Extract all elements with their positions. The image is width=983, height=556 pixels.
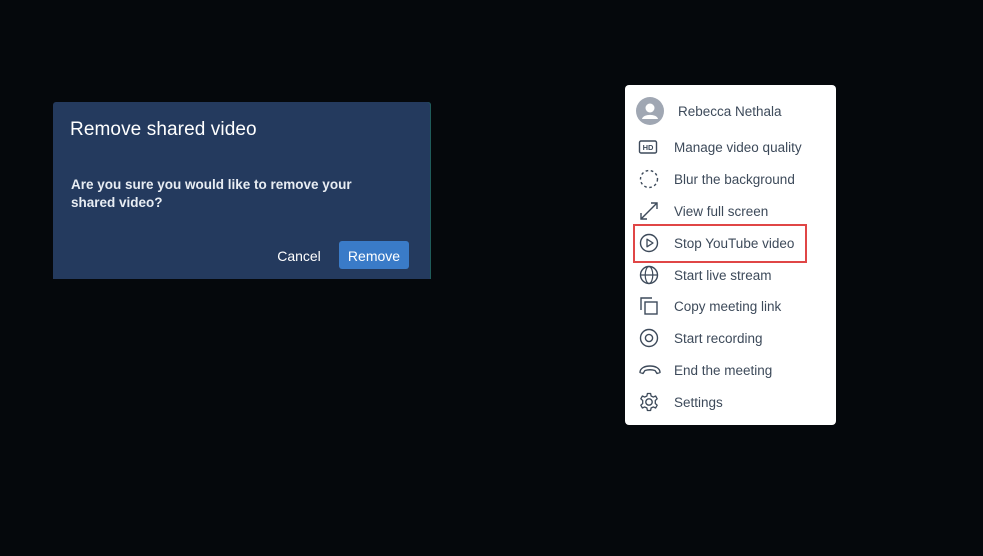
menu-item-manage-video-quality[interactable]: HD Manage video quality bbox=[635, 134, 825, 160]
menu-item-label: Stop YouTube video bbox=[674, 235, 795, 251]
user-name: Rebecca Nethala bbox=[678, 103, 782, 119]
menu-item-start-recording[interactable]: Start recording bbox=[635, 325, 825, 351]
blur-icon bbox=[635, 168, 668, 190]
menu-item-label: Blur the background bbox=[674, 171, 795, 187]
menu-item-settings[interactable]: Settings bbox=[635, 389, 825, 415]
menu-item-stop-youtube-video[interactable]: Stop YouTube video bbox=[635, 230, 825, 256]
menu-item-label: Start recording bbox=[674, 330, 763, 346]
dialog-message: Are you sure you would like to remove yo… bbox=[71, 177, 352, 210]
menu-item-start-live-stream[interactable]: Start live stream bbox=[635, 262, 825, 288]
play-circle-icon bbox=[635, 232, 668, 254]
menu-item-label: End the meeting bbox=[674, 362, 773, 378]
fullscreen-icon bbox=[635, 200, 668, 222]
cancel-button[interactable]: Cancel bbox=[269, 241, 329, 269]
menu-user-header: Rebecca Nethala bbox=[636, 97, 782, 125]
remove-button[interactable]: Remove bbox=[339, 241, 409, 269]
avatar bbox=[636, 97, 664, 125]
record-icon bbox=[635, 327, 668, 349]
svg-text:HD: HD bbox=[643, 143, 654, 152]
dialog-title: Remove shared video bbox=[70, 119, 257, 140]
menu-item-label: Start live stream bbox=[674, 267, 772, 283]
menu-item-blur-background[interactable]: Blur the background bbox=[635, 166, 825, 192]
menu-item-label: Manage video quality bbox=[674, 139, 802, 155]
meeting-stage: Remove shared video Are you sure you wou… bbox=[0, 0, 983, 556]
remove-shared-video-dialog: Remove shared video Are you sure you wou… bbox=[53, 102, 431, 279]
copy-icon bbox=[635, 295, 668, 317]
menu-item-copy-meeting-link[interactable]: Copy meeting link bbox=[635, 293, 825, 319]
hd-icon: HD bbox=[635, 136, 668, 158]
hangup-icon bbox=[635, 359, 668, 381]
menu-item-end-meeting[interactable]: End the meeting bbox=[635, 357, 825, 383]
participant-menu: Rebecca Nethala HD Manage video quality … bbox=[625, 85, 836, 425]
globe-icon bbox=[635, 264, 668, 286]
menu-item-view-full-screen[interactable]: View full screen bbox=[635, 198, 825, 224]
menu-item-label: Settings bbox=[674, 394, 723, 410]
gear-icon bbox=[635, 391, 668, 413]
user-icon bbox=[642, 103, 658, 119]
menu-item-label: View full screen bbox=[674, 203, 769, 219]
menu-item-label: Copy meeting link bbox=[674, 298, 782, 314]
